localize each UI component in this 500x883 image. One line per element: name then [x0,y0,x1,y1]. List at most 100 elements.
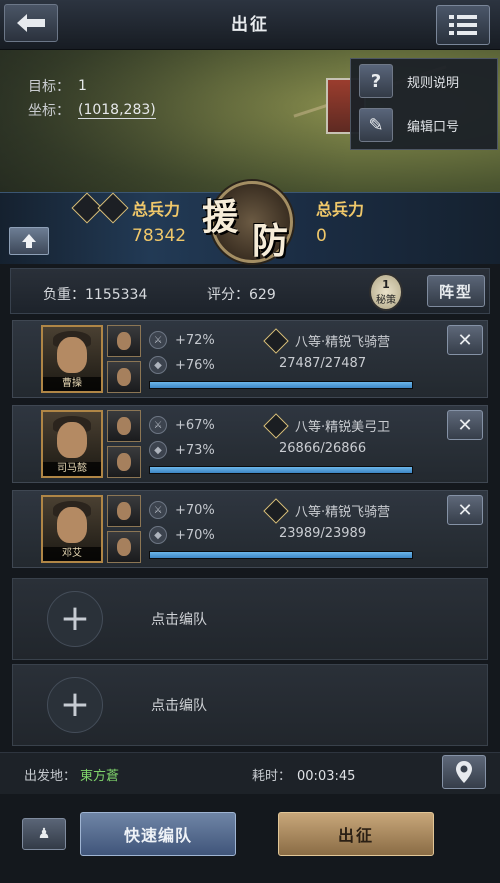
secret-strategy-button[interactable]: 1 秘策 [369,273,403,311]
defense-bonus: ◆ +76% [149,356,215,374]
attacker-power-label: 总兵力 [132,200,181,219]
unit-type-label: 八等·精锐飞骑营 [295,335,391,350]
troop-row[interactable]: 邓艾 ⚔ +70% ◆ +70% 八等·精锐飞骑营 23989/23989 ✕ [12,490,488,568]
plus-icon: + [59,598,91,639]
emblem-char-2: 防 [252,220,289,262]
page-title: 出征 [231,15,269,35]
attack-bonus: ⚔ +72% [149,331,215,349]
defense-bonus-value: +73% [175,442,215,458]
unit-type-label: 八等·精锐飞骑营 [295,505,391,520]
edit-slogan-menu-item[interactable]: ✎ 编辑口号 [351,103,497,147]
defense-bonus: ◆ +73% [149,441,215,459]
emblem-char-1: 援 [202,196,239,238]
attacker-power-value: 78342 [132,226,187,246]
unit-type: 八等·精锐美弓卫 [263,412,391,439]
unit-count: 26866/26866 [279,441,367,456]
add-troop-button[interactable]: + [47,591,103,647]
time-value: 00:03:45 [297,769,356,784]
quick-formation-button[interactable]: 快速编队 [80,812,236,856]
general-name: 曹操 [43,377,101,391]
remove-troop-button[interactable]: ✕ [447,495,483,525]
troop-hp-bar [149,466,413,474]
general-portrait[interactable]: 邓艾 [41,495,103,563]
close-icon: ✕ [457,499,473,521]
attack-bonus: ⚔ +70% [149,501,215,519]
score-text: 评分：629 [207,287,276,303]
empty-troop-slot[interactable]: + 点击编队 [12,664,488,746]
archer-icon [263,412,289,439]
question-icon: ? [359,64,393,98]
defender-power: 总兵力 0 [316,196,364,246]
unit-count: 27487/27487 [279,356,367,371]
defense-bonus-value: +76% [175,357,215,373]
archer-icon [97,192,129,224]
general-portrait[interactable]: 曹操 [41,325,103,393]
power-icons [71,192,129,224]
sub-general-portrait[interactable] [107,361,141,393]
sword-icon: ⚔ [149,501,167,519]
defender-power-value: 0 [316,226,327,246]
menu-button[interactable] [436,5,490,45]
formation-button[interactable]: 阵型 [427,275,485,307]
general-select-button[interactable]: ♟ [22,818,66,850]
origin-info: 出发地： 東方蒼 [24,765,119,784]
bottom-actions: ♟ 快速编队 出征 [0,796,500,883]
sword-icon: ⚔ [149,331,167,349]
rules-label: 规则说明 [407,75,460,91]
defense-bonus-value: +70% [175,527,215,543]
generals-icon: ♟ [37,826,51,842]
departure-row: 出发地： 東方蒼 耗时： 00:03:45 [0,752,500,794]
unit-type-label: 八等·精锐美弓卫 [295,420,391,435]
attack-bonus-value: +67% [175,417,215,433]
troop-hp-bar [149,381,413,389]
attacker-power: 总兵力 78342 [132,196,186,246]
empty-troop-slot[interactable]: + 点击编队 [12,578,488,660]
origin-label: 出发地： [24,769,77,784]
plus-icon: + [59,684,91,725]
brush-icon: ✎ [359,108,393,142]
remove-troop-button[interactable]: ✕ [447,325,483,355]
sword-icon: ⚔ [149,416,167,434]
target-label: 目标： [28,79,70,95]
sub-general-portrait[interactable] [107,325,141,357]
collapse-button[interactable] [9,227,49,255]
shield-icon: ◆ [149,441,167,459]
unit-count: 23989/23989 [279,526,367,541]
target-info: 目标： 1 坐标： (1018,283) [28,74,156,122]
load-text: 负重：1155334 [43,287,148,303]
shield-icon: ◆ [149,356,167,374]
remove-troop-button[interactable]: ✕ [447,410,483,440]
origin-value: 東方蒼 [80,769,120,784]
attack-bonus-value: +72% [175,332,215,348]
reinforce-emblem: 援 防 [198,178,306,266]
secret-label: 秘策 [376,295,396,306]
secret-count: 1 [382,278,390,291]
travel-time: 耗时： 00:03:45 [252,765,355,784]
sub-general-portrait[interactable] [107,446,141,478]
coord-label: 坐标： [28,103,70,119]
list-menu-icon [449,15,477,35]
march-button[interactable]: 出征 [278,812,434,856]
sub-general-portrait[interactable] [107,531,141,563]
sub-general-portrait[interactable] [107,495,141,527]
edit-slogan-label: 编辑口号 [407,119,460,135]
cavalry-icon [263,497,289,524]
sub-general-portrait[interactable] [107,410,141,442]
target-value: 1 [78,78,87,94]
add-troop-button[interactable]: + [47,677,103,733]
general-name: 司马懿 [43,462,101,476]
cavalry-icon [263,327,289,354]
defender-power-label: 总兵力 [316,200,365,219]
rules-menu-item[interactable]: ? 规则说明 [351,59,497,103]
troop-hp-bar [149,551,413,559]
troop-row[interactable]: 司马懿 ⚔ +67% ◆ +73% 八等·精锐美弓卫 26866/26866 ✕ [12,405,488,483]
map-pin-icon [456,761,472,783]
coord-link[interactable]: (1018,283) [78,102,156,119]
general-portrait[interactable]: 司马懿 [41,410,103,478]
troop-row[interactable]: 曹操 ⚔ +72% ◆ +76% 八等·精锐飞骑营 27487/27487 ✕ [12,320,488,398]
shield-icon: ◆ [149,526,167,544]
defense-bonus: ◆ +70% [149,526,215,544]
close-icon: ✕ [457,329,473,351]
top-bar: 出征 [0,0,500,50]
locate-button[interactable] [442,755,486,789]
